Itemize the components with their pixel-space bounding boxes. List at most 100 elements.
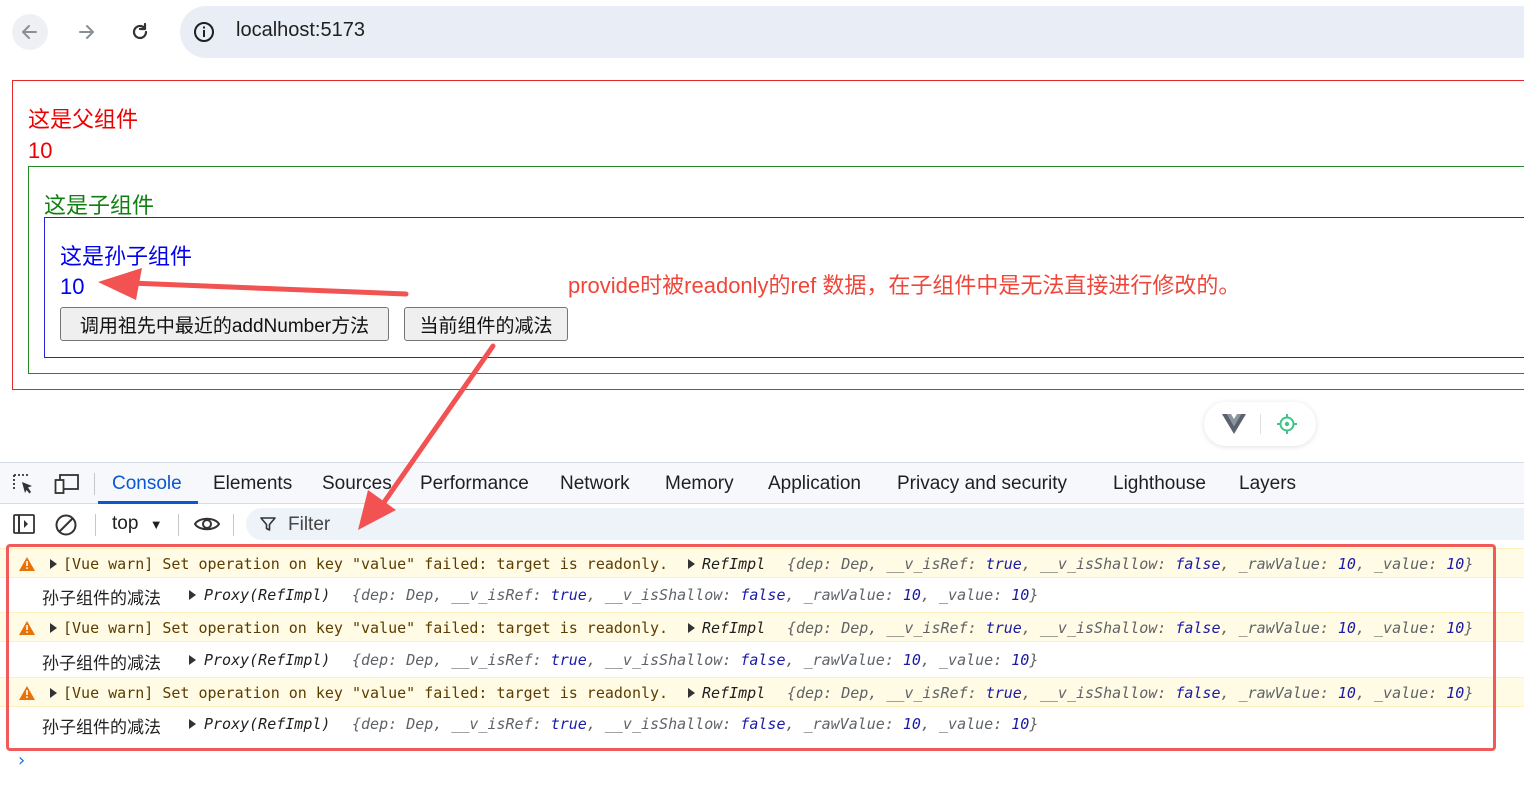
expand-triangle-icon[interactable] bbox=[50, 623, 57, 634]
tab-performance[interactable]: Performance bbox=[420, 473, 529, 495]
object-token: 10 bbox=[902, 586, 921, 605]
object-token: __v_isShallow bbox=[1039, 683, 1158, 702]
reload-icon bbox=[132, 22, 148, 40]
child-label: 这是子组件 bbox=[44, 193, 155, 218]
add-number-button[interactable]: 调用祖先中最近的addNumber方法 bbox=[60, 307, 389, 341]
object-token: dep bbox=[361, 715, 389, 733]
expand-triangle-icon[interactable] bbox=[688, 687, 695, 698]
context-selector[interactable]: top ▼ bbox=[112, 513, 163, 535]
punctuation: , bbox=[1021, 683, 1040, 702]
punctuation: , bbox=[1021, 555, 1040, 573]
inspector-target-icon[interactable] bbox=[1276, 413, 1298, 435]
expand-triangle-icon[interactable] bbox=[189, 654, 196, 665]
punctuation: , bbox=[1355, 555, 1375, 573]
object-token: __v_isShallow bbox=[604, 650, 723, 669]
object-token: __v_isRef bbox=[886, 619, 968, 638]
object-token: _value bbox=[939, 586, 994, 605]
pill-divider bbox=[1260, 414, 1261, 434]
console-warning-row[interactable]: [Vue warn] Set operation on key "value" … bbox=[0, 548, 1524, 578]
console-filter-input[interactable]: Filter bbox=[246, 508, 1524, 540]
object-token: } bbox=[1464, 619, 1474, 638]
subtract-button[interactable]: 当前组件的减法 bbox=[404, 307, 568, 341]
object-preview[interactable]: {dep: Dep, __v_isRef: true, __v_isShallo… bbox=[787, 619, 1473, 637]
devtools-tab-bar: Console Elements Sources Performance Net… bbox=[0, 462, 1524, 504]
punctuation: , bbox=[920, 586, 940, 605]
object-preview[interactable]: {dep: Dep, __v_isRef: true, __v_isShallo… bbox=[352, 586, 1038, 604]
annotation-text: provide时被readonly的ref 数据，在子组件中是无法直接进行修改的… bbox=[568, 273, 1241, 298]
tab-memory[interactable]: Memory bbox=[665, 473, 734, 495]
object-token: true bbox=[550, 715, 587, 733]
parent-value: 10 bbox=[28, 138, 53, 163]
address-bar[interactable]: localhost:5173 bbox=[180, 6, 1524, 58]
inspect-element-icon[interactable] bbox=[12, 473, 36, 495]
object-token: false bbox=[1175, 619, 1221, 638]
console-warning-row[interactable]: [Vue warn] Set operation on key "value" … bbox=[0, 676, 1524, 707]
tab-sources[interactable]: Sources bbox=[322, 473, 392, 495]
console-prompt[interactable]: › bbox=[18, 750, 25, 771]
object-token: false bbox=[1175, 555, 1221, 573]
punctuation: : bbox=[1428, 619, 1447, 638]
toolbar-divider bbox=[233, 514, 234, 536]
object-token: } bbox=[1029, 715, 1039, 733]
reload-button[interactable] bbox=[122, 14, 158, 50]
object-token: __v_isShallow bbox=[1039, 555, 1158, 573]
object-token: Dep bbox=[841, 619, 869, 638]
punctuation: , bbox=[785, 586, 804, 605]
chevron-down-icon: ▼ bbox=[149, 517, 163, 532]
object-token: 10 bbox=[1446, 619, 1465, 638]
punctuation: : bbox=[823, 555, 842, 573]
object-token: __v_isShallow bbox=[604, 715, 723, 733]
tab-application[interactable]: Application bbox=[768, 473, 861, 495]
toolbar-divider bbox=[95, 514, 96, 536]
object-token: 10 bbox=[902, 715, 921, 733]
punctuation: : bbox=[823, 683, 842, 702]
punctuation: : bbox=[1319, 683, 1338, 702]
tab-privacy-security[interactable]: Privacy and security bbox=[897, 473, 1067, 495]
expand-triangle-icon[interactable] bbox=[189, 719, 196, 729]
expand-triangle-icon[interactable] bbox=[50, 687, 57, 698]
punctuation: , bbox=[785, 715, 804, 733]
object-class-name: RefImpl bbox=[702, 555, 766, 573]
back-button[interactable] bbox=[12, 14, 48, 50]
object-preview[interactable]: {dep: Dep, __v_isRef: true, __v_isShallo… bbox=[787, 555, 1473, 573]
object-token: _rawValue bbox=[1238, 555, 1320, 573]
clear-console-icon[interactable] bbox=[54, 513, 78, 537]
toolbar-divider bbox=[178, 514, 179, 536]
tab-console[interactable]: Console bbox=[112, 473, 182, 495]
object-token: _rawValue bbox=[1238, 683, 1320, 702]
object-token: { bbox=[352, 715, 362, 733]
punctuation: , bbox=[785, 650, 804, 669]
tab-network[interactable]: Network bbox=[560, 473, 630, 495]
expand-triangle-icon[interactable] bbox=[688, 623, 695, 634]
punctuation: : bbox=[884, 715, 903, 733]
object-preview[interactable]: {dep: Dep, __v_isRef: true, __v_isShallo… bbox=[352, 651, 1038, 669]
object-preview[interactable]: {dep: Dep, __v_isRef: true, __v_isShallo… bbox=[352, 715, 1038, 733]
page-viewport: 这是父组件 10 这是子组件 这是孙子组件 10 调用祖先中最近的addNumb… bbox=[0, 66, 1524, 462]
live-expression-eye-icon[interactable] bbox=[193, 514, 221, 534]
object-preview[interactable]: {dep: Dep, __v_isRef: true, __v_isShallo… bbox=[787, 684, 1473, 702]
tab-lighthouse[interactable]: Lighthouse bbox=[1113, 473, 1206, 495]
warning-icon bbox=[19, 557, 35, 571]
vue-devtools-pill[interactable] bbox=[1204, 402, 1316, 446]
object-token: { bbox=[787, 619, 797, 638]
console-log-row[interactable]: 孙子组件的减法 Proxy(RefImpl) {dep: Dep, __v_isRe… bbox=[0, 580, 1524, 611]
punctuation: , bbox=[433, 715, 452, 733]
object-token: _value bbox=[939, 650, 994, 669]
device-toolbar-icon[interactable] bbox=[54, 473, 80, 495]
punctuation: , bbox=[868, 555, 887, 573]
object-token: _value bbox=[939, 715, 994, 733]
site-info-icon[interactable] bbox=[192, 20, 216, 44]
object-token: __v_isShallow bbox=[1039, 619, 1158, 638]
console-warning-row[interactable]: [Vue warn] Set operation on key "value" … bbox=[0, 612, 1524, 643]
console-log-row[interactable]: 孙子组件的减法 Proxy(RefImpl) {dep: Dep, __v_isRe… bbox=[0, 644, 1524, 675]
punctuation: , bbox=[920, 650, 940, 669]
tab-layers[interactable]: Layers bbox=[1239, 473, 1296, 495]
console-log-row[interactable]: 孙子组件的减法 Proxy(RefImpl) {dep: Dep, __v_isRe… bbox=[0, 709, 1524, 739]
tab-elements[interactable]: Elements bbox=[213, 473, 292, 495]
object-token: false bbox=[740, 650, 786, 669]
sidebar-toggle-icon[interactable] bbox=[12, 513, 36, 535]
expand-triangle-icon[interactable] bbox=[189, 590, 196, 601]
expand-triangle-icon[interactable] bbox=[688, 559, 695, 569]
expand-triangle-icon[interactable] bbox=[50, 559, 57, 569]
forward-button[interactable] bbox=[68, 14, 104, 50]
